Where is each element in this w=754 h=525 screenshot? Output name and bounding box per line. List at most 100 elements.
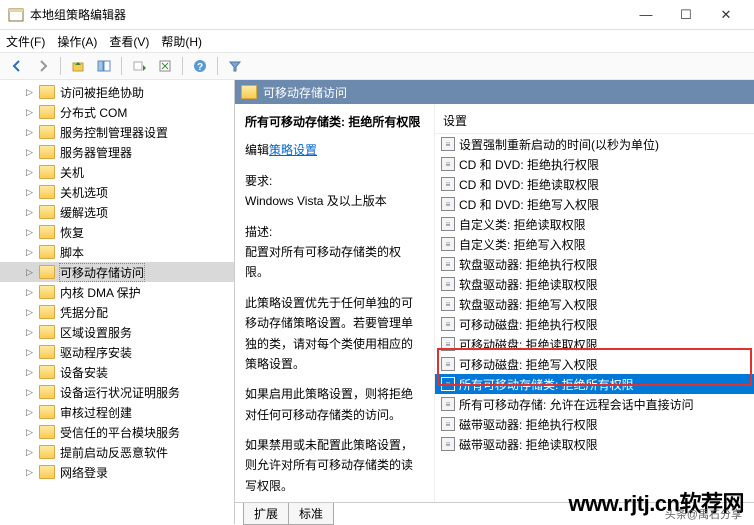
up-button[interactable]	[67, 55, 89, 77]
show-hide-tree-button[interactable]	[93, 55, 115, 77]
list-item[interactable]: ≡磁带驱动器: 拒绝执行权限	[435, 414, 754, 434]
tree-item-label: 网络登录	[60, 464, 108, 481]
list-item-label: 可移动磁盘: 拒绝读取权限	[459, 336, 598, 353]
expand-icon[interactable]: ▷	[24, 307, 35, 318]
tree-item[interactable]: ▷设备安装	[0, 362, 234, 382]
list-item[interactable]: ≡软盘驱动器: 拒绝读取权限	[435, 274, 754, 294]
settings-list[interactable]: 设置 ≡设置强制重新启动的时间(以秒为单位)≡CD 和 DVD: 拒绝执行权限≡…	[435, 104, 754, 502]
tree-item[interactable]: ▷访问被拒绝协助	[0, 82, 234, 102]
tree-item[interactable]: ▷关机	[0, 162, 234, 182]
tree-item[interactable]: ▷关机选项	[0, 182, 234, 202]
expand-icon[interactable]: ▷	[24, 87, 35, 98]
list-item[interactable]: ≡软盘驱动器: 拒绝执行权限	[435, 254, 754, 274]
list-item[interactable]: ≡自定义类: 拒绝写入权限	[435, 234, 754, 254]
expand-icon[interactable]: ▷	[24, 147, 35, 158]
list-item[interactable]: ≡CD 和 DVD: 拒绝执行权限	[435, 154, 754, 174]
tree-item[interactable]: ▷ 服务控制管理器设置	[0, 122, 234, 142]
tree-item[interactable]: ▷审核过程创建	[0, 402, 234, 422]
menu-file[interactable]: 文件(F)	[6, 33, 45, 50]
list-column-header[interactable]: 设置	[435, 108, 754, 134]
expand-icon[interactable]: ▷	[24, 327, 35, 338]
expand-icon[interactable]: ▷	[24, 227, 35, 238]
tree-item[interactable]: ▷设备运行状况证明服务	[0, 382, 234, 402]
expand-icon[interactable]: ▷	[24, 107, 35, 118]
expand-icon[interactable]: ▷	[24, 207, 35, 218]
tree-item[interactable]: ▷ 提前启动反恶意软件	[0, 442, 234, 462]
tree-item[interactable]: ▷ 网络登录	[0, 462, 234, 482]
list-item[interactable]: ≡ CD 和 DVD: 拒绝写入权限	[435, 194, 754, 214]
tree-item[interactable]: ▷内核 DMA 保护	[0, 282, 234, 302]
expand-icon[interactable]: ▷	[24, 347, 35, 358]
help-button[interactable]: ?	[189, 55, 211, 77]
expand-icon[interactable]: ▷	[24, 407, 35, 418]
list-item[interactable]: ≡设置强制重新启动的时间(以秒为单位)	[435, 134, 754, 154]
tree-item[interactable]: ▷可移动存储访问	[0, 262, 234, 282]
list-item[interactable]: ≡CD 和 DVD: 拒绝读取权限	[435, 174, 754, 194]
tree-item[interactable]: ▷ 分布式 COM	[0, 102, 234, 122]
tree-item-label: 提前启动反恶意软件	[60, 444, 168, 461]
expand-icon[interactable]: ▷	[24, 367, 35, 378]
filter-button[interactable]	[224, 55, 246, 77]
close-button[interactable]: ✕	[706, 1, 746, 29]
tree-item[interactable]: ▷驱动程序安装	[0, 342, 234, 362]
tree-item[interactable]: ▷受信任的平台模块服务	[0, 422, 234, 442]
list-item-label: 软盘驱动器: 拒绝写入权限	[459, 296, 598, 313]
menu-view[interactable]: 查看(V)	[109, 33, 149, 50]
tree-item[interactable]: ▷缓解选项	[0, 202, 234, 222]
list-item[interactable]: ≡所有可移动存储: 允许在远程会话中直接访问	[435, 394, 754, 414]
list-item-label: 自定义类: 拒绝读取权限	[459, 216, 586, 233]
expand-icon[interactable]: ▷	[24, 127, 35, 138]
expand-icon[interactable]: ▷	[24, 167, 35, 178]
folder-icon	[39, 85, 55, 99]
edit-line: 编辑策略设置	[245, 140, 424, 160]
expand-icon[interactable]: ▷	[24, 287, 35, 298]
maximize-button[interactable]: ☐	[666, 1, 706, 29]
list-item[interactable]: ≡ 自定义类: 拒绝读取权限	[435, 214, 754, 234]
tree-item-label: 分布式 COM	[60, 104, 127, 121]
folder-icon	[39, 285, 55, 299]
edit-policy-link[interactable]: 策略设置	[269, 143, 317, 157]
tree-item[interactable]: ▷脚本	[0, 242, 234, 262]
list-item[interactable]: ≡可移动磁盘: 拒绝执行权限	[435, 314, 754, 334]
forward-button[interactable]	[32, 55, 54, 77]
expand-icon[interactable]: ▷	[24, 267, 35, 278]
expand-icon[interactable]: ▷	[24, 427, 35, 438]
back-button[interactable]	[6, 55, 28, 77]
expand-icon[interactable]: ▷	[24, 467, 35, 478]
toolbar-separator	[217, 57, 218, 75]
folder-icon	[241, 85, 257, 99]
list-item[interactable]: ≡所有可移动存储类: 拒绝所有权限	[435, 374, 754, 394]
list-item[interactable]: ≡软盘驱动器: 拒绝写入权限	[435, 294, 754, 314]
description-para3: 如果禁用或未配置此策略设置，则允许对所有可移动存储类的读写权限。	[245, 435, 424, 496]
tab-extended[interactable]: 扩展	[243, 503, 289, 525]
expand-icon[interactable]: ▷	[24, 187, 35, 198]
policy-icon: ≡	[441, 197, 455, 211]
menu-action[interactable]: 操作(A)	[57, 33, 97, 50]
list-item[interactable]: ≡磁带驱动器: 拒绝读取权限	[435, 434, 754, 454]
folder-icon	[39, 385, 55, 399]
expand-icon[interactable]: ▷	[24, 447, 35, 458]
policy-icon: ≡	[441, 217, 455, 231]
list-item[interactable]: ≡可移动磁盘: 拒绝写入权限	[435, 354, 754, 374]
refresh-button[interactable]	[154, 55, 176, 77]
minimize-button[interactable]: —	[626, 1, 666, 29]
tree-item[interactable]: ▷区域设置服务	[0, 322, 234, 342]
tree-item[interactable]: ▷凭据分配	[0, 302, 234, 322]
toolbar-separator	[60, 57, 61, 75]
folder-icon	[39, 405, 55, 419]
tree-item[interactable]: ▷服务器管理器	[0, 142, 234, 162]
policy-icon: ≡	[441, 177, 455, 191]
tree-item-label: 服务控制管理器设置	[60, 124, 168, 141]
list-item[interactable]: ≡可移动磁盘: 拒绝读取权限	[435, 334, 754, 354]
list-item-label: 磁带驱动器: 拒绝执行权限	[459, 416, 598, 433]
tree-pane[interactable]: ▷访问被拒绝协助▷分布式 COM▷服务控制管理器设置▷服务器管理器▷关机▷关机选…	[0, 80, 235, 524]
list-item-label: CD 和 DVD: 拒绝写入权限	[459, 196, 599, 213]
expand-icon[interactable]: ▷	[24, 387, 35, 398]
expand-icon[interactable]: ▷	[24, 247, 35, 258]
detail-panel: 所有可移动存储类: 拒绝所有权限 编辑策略设置 要求: Windows Vist…	[235, 104, 435, 502]
tree-item[interactable]: ▷恢复	[0, 222, 234, 242]
tab-standard[interactable]: 标准	[288, 503, 334, 525]
export-button[interactable]	[128, 55, 150, 77]
menu-help[interactable]: 帮助(H)	[161, 33, 202, 50]
policy-icon: ≡	[441, 357, 455, 371]
